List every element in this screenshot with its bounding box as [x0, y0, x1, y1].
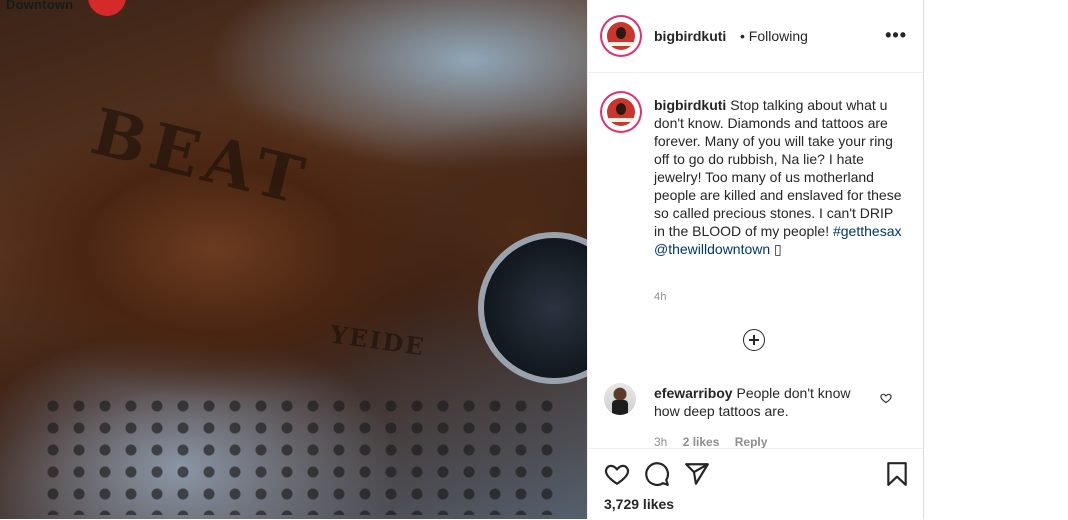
hashtag-link[interactable]: #getthesax	[833, 223, 902, 239]
bookmark-icon[interactable]	[884, 461, 910, 487]
caption-author-avatar[interactable]	[604, 95, 638, 129]
commenter-username[interactable]: efewarriboy	[654, 385, 733, 401]
comment-heart-icon[interactable]	[880, 392, 892, 404]
plus-circle-icon[interactable]	[743, 329, 765, 351]
wristwatch-image	[478, 232, 587, 384]
comment: efewarriboy People don't know how deep t…	[654, 384, 876, 420]
post-actions-bar: 3,729 likes	[588, 448, 923, 520]
post-timestamp[interactable]: 4h	[654, 291, 667, 303]
like-count[interactable]: 3,729 likes	[604, 496, 674, 512]
caption-username[interactable]: bigbirdkuti	[654, 97, 726, 113]
post-details-panel: bigbirdkuti • Following ••• bigbirdkuti …	[587, 0, 924, 520]
share-icon[interactable]	[684, 461, 710, 487]
mention-link[interactable]: @thewilldowntown	[654, 241, 770, 257]
caption-text: Stop talking about what u don't know. Di…	[654, 97, 902, 239]
post-header: bigbirdkuti • Following •••	[588, 0, 923, 73]
brand-logo-mark	[88, 0, 126, 16]
commenter-avatar[interactable]	[604, 383, 636, 415]
comment-time[interactable]: 3h	[654, 435, 667, 449]
knuckle-tattoo: BEAT	[84, 94, 317, 221]
comment-likes[interactable]: 2 likes	[683, 435, 720, 449]
bead-necklace-image	[40, 395, 560, 515]
author-username[interactable]: bigbirdkuti	[654, 28, 726, 44]
post-image[interactable]: Downtown BEAT YEIDE	[0, 0, 587, 519]
image-watermark: Downtown	[6, 0, 74, 12]
more-options-icon[interactable]: •••	[885, 26, 907, 44]
wrist-tattoo: YEIDE	[328, 319, 428, 362]
caption-emoji: ▯	[774, 241, 782, 257]
reply-button[interactable]: Reply	[735, 435, 768, 449]
heart-icon[interactable]	[604, 461, 630, 487]
comment-meta: 3h 2 likes Reply	[654, 435, 779, 449]
follow-status[interactable]: • Following	[740, 28, 808, 44]
post-caption: bigbirdkuti Stop talking about what u do…	[654, 96, 906, 258]
author-avatar[interactable]	[604, 19, 638, 53]
comment-icon[interactable]	[644, 461, 670, 487]
